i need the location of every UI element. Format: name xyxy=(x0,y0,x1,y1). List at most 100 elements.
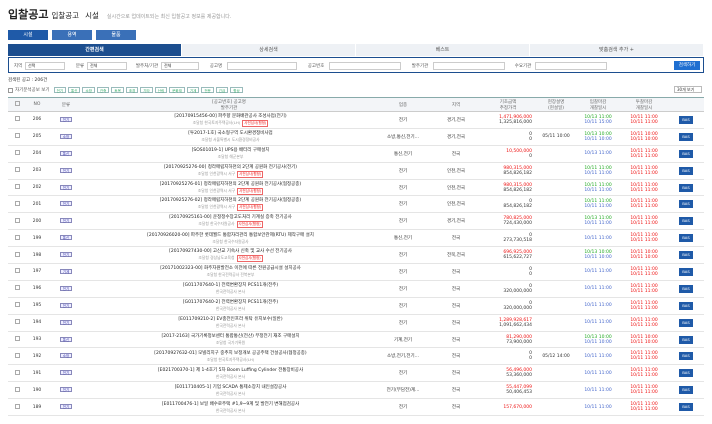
bas-button[interactable]: BAS xyxy=(679,403,693,412)
row-checkbox[interactable] xyxy=(14,217,20,223)
table-row[interactable]: 192 소방 [20170927632-01] 모빌리지구 중추지 보정개보 공공주… xyxy=(8,347,704,366)
row-title-cell[interactable]: [20170925276-01] 청라매립지하천의 2단계 공원화 전기공사(협… xyxy=(84,179,374,197)
orderer-select[interactable]: 전체 xyxy=(161,62,199,70)
table-row[interactable]: 190 전기 [E011710405-1] 기업 SCADA 통제소장치 내인설장공… xyxy=(8,381,704,400)
bas-button[interactable]: BAS xyxy=(679,115,693,124)
bid-title[interactable]: [20170925276-00] 청라매립지하천의 2단계 공원화 전기공사(전… xyxy=(87,164,374,170)
bid-title[interactable]: [20170925276-01] 청라매립지하천의 2단계 공원화 전기공사(협… xyxy=(87,181,374,187)
row-title-cell[interactable]: [20170925276-02] 청라매립지하천의 2단계 공원화 전기공사(협… xyxy=(84,195,374,214)
bid-title[interactable]: [SOS01019-1] UPS용 배터리 구매설치 xyxy=(87,147,374,153)
tab-goods[interactable]: 물품 xyxy=(96,30,136,40)
bid-title[interactable]: [20171002323-00] 화주자원발전소 이전에 따른 전원공급시설 설… xyxy=(87,265,374,271)
row-title-cell[interactable]: [E011710405-1] 기업 SCADA 통제소장치 내인설장공사 한국전력… xyxy=(84,381,374,400)
bid-title[interactable]: [20170925161-00] 운정정수장고도처리 기계실 증축 전기공사 xyxy=(87,214,374,220)
row-title-cell[interactable]: [20170926020-00] 파주한 롯데월드 통합자리관리 통합보안관제(… xyxy=(84,229,374,248)
select-all-checkbox[interactable] xyxy=(14,101,20,106)
bid-title[interactable]: [E011710405-1] 기업 SCADA 통제소장치 내인설장공사 xyxy=(87,384,374,390)
search-button[interactable]: 검색하기 xyxy=(674,61,700,70)
bid-title[interactable]: [E011709210-2] EV충전인프라 위탁 유지보수(일반) xyxy=(87,316,374,322)
row-title-cell[interactable]: [투2017-1호] 국소형구역 도시환경정비사업 조달청 서울특별시 도시환경정… xyxy=(84,128,374,146)
legend-chip[interactable]: 전문 xyxy=(201,87,214,93)
row-title-cell[interactable]: [20170915456-00] 파주향 문화배관공사 조성사업(전기) 조달청 … xyxy=(84,111,374,129)
legend-chip[interactable]: 기계 xyxy=(186,87,200,93)
row-checkbox[interactable] xyxy=(14,116,20,122)
row-title-cell[interactable]: [20170925161-00] 운정정수장고도처리 기계실 증축 전기공사 조달… xyxy=(84,212,374,231)
row-checkbox[interactable] xyxy=(14,133,20,139)
row-title-cell[interactable]: [SOS01019-1] UPS용 배터리 구매설치 조달청 해군본부 xyxy=(84,145,374,163)
table-row[interactable]: 189 전기 [E011700476-1] 보일 배수로주택 #1,9~9계 및 발… xyxy=(8,398,704,417)
tab-facility[interactable]: 시설 xyxy=(8,30,48,40)
legend-chip[interactable]: 소방 xyxy=(82,87,95,93)
row-title-cell[interactable]: [20170927430-00] 고산교 기숙사 신축 및 교사 수선 전기공사… xyxy=(84,246,374,265)
bid-title[interactable]: [20170927632-01] 모빌리지구 중추지 보정개보 공공주택 건설공… xyxy=(87,350,374,356)
row-checkbox[interactable] xyxy=(14,403,20,409)
demand-agency-input[interactable] xyxy=(535,62,607,70)
tab-detail-search[interactable]: 상세검색 xyxy=(182,44,356,56)
bas-button[interactable]: BAS xyxy=(679,132,693,141)
bid-title[interactable]: [20170925276-02] 청라매립지하천의 2단계 공원화 전기공사(협… xyxy=(87,197,374,203)
table-row[interactable]: 200 전기 [20170925161-00] 운정정수장고도처리 기계실 증축 전… xyxy=(8,212,704,231)
row-checkbox[interactable] xyxy=(14,369,20,375)
bid-title[interactable]: [20170915456-00] 파주향 문화배관공사 조성사업(전기) xyxy=(87,113,374,119)
row-checkbox[interactable] xyxy=(14,167,20,173)
table-row[interactable]: 193 통신 [2017-2163] 국가기록정보센터 통합통신(전산) 무정전기 … xyxy=(8,331,704,349)
self-analysis-checkbox[interactable] xyxy=(8,87,13,93)
table-row[interactable]: 205 소방 [투2017-1호] 국소형구역 도시환경정비사업 조달청 서울특별시 … xyxy=(8,128,704,146)
bid-title[interactable]: [20170927430-00] 고산교 기숙사 신축 및 교사 수선 전기공사 xyxy=(87,248,374,254)
bas-button[interactable]: BAS xyxy=(679,251,693,260)
legend-chip[interactable]: 통신 xyxy=(68,87,81,93)
table-row[interactable]: 197 기계 [20171002323-00] 화주자원발전소 이전에 따른 전원공… xyxy=(8,263,704,281)
table-row[interactable]: 199 통신 [20170926020-00] 파주한 롯데월드 통합자리관리 통합… xyxy=(8,229,704,248)
bid-title[interactable]: [투2017-1호] 국소형구역 도시환경정비사업 xyxy=(87,130,374,136)
row-title-cell[interactable]: [2017-2163] 국가기록정보센터 통합통신(전산) 무정전기 재조 구매… xyxy=(84,331,374,349)
table-row[interactable]: 201 전기 [20170925276-02] 청라매립지하천의 2단계 공원화 전… xyxy=(8,195,704,214)
bas-button[interactable]: BAS xyxy=(679,301,693,310)
row-checkbox[interactable] xyxy=(14,184,20,189)
bid-title[interactable]: [E011700476-1] 보일 배수로주택 #1,9~9계 및 발전기 변해… xyxy=(87,401,374,407)
table-row[interactable]: 198 전기 [20170927430-00] 고산교 기숙사 신축 및 교사 수선… xyxy=(8,246,704,265)
row-checkbox[interactable] xyxy=(14,150,20,156)
row-checkbox[interactable] xyxy=(14,352,20,358)
row-checkbox[interactable] xyxy=(14,251,20,257)
bid-title[interactable]: [E021700370-1] 제 1-4호기 5차 Boom Luffing C… xyxy=(87,367,374,373)
table-row[interactable]: 206 전기 [20170915456-00] 파주향 문화배관공사 조성사업(전기… xyxy=(8,111,704,129)
table-row[interactable]: 195 전기 [G011707640-2] 전력변환장치 PCS11개(전주) 한국전… xyxy=(8,297,704,315)
row-checkbox[interactable] xyxy=(14,386,20,392)
legend-chip[interactable]: 기타 xyxy=(140,87,153,93)
row-checkbox[interactable] xyxy=(14,285,20,291)
row-title-cell[interactable]: [20170927632-01] 모빌리지구 중추지 보정개보 공공주택 건설공… xyxy=(84,347,374,366)
legend-chip[interactable]: 긴급 xyxy=(215,87,229,93)
tab-add-custom-search[interactable]: 맞춤검색 추가 + xyxy=(530,44,704,56)
bas-button[interactable]: BAS xyxy=(679,386,693,395)
table-row[interactable]: 203 전기 [20170925276-00] 청라매립지하천의 2단계 공원화 전… xyxy=(8,162,704,180)
table-row[interactable]: 191 전기 [E021700370-1] 제 1-4호기 5차 Boom Luff… xyxy=(8,364,704,383)
legend-chip[interactable]: 건축 xyxy=(96,87,110,93)
table-row[interactable]: 196 전기 [G011707640-1] 전력변환장치 PCS11개(전주) 한국전… xyxy=(8,280,704,298)
bas-button[interactable]: BAS xyxy=(679,166,693,175)
row-title-cell[interactable]: [E011700476-1] 보일 배수로주택 #1,9~9계 및 발전기 변해… xyxy=(84,398,374,417)
bas-button[interactable]: BAS xyxy=(679,318,693,327)
tab-simple-search[interactable]: 간편검색 xyxy=(8,44,182,56)
bas-button[interactable]: BAS xyxy=(679,352,693,361)
row-title-cell[interactable]: [G011707640-2] 전력변환장치 PCS11개(전주) 한국전력공사 본… xyxy=(84,297,374,315)
bas-button[interactable]: BAS xyxy=(679,369,693,378)
ordering-agency-input[interactable] xyxy=(433,62,505,70)
legend-chip[interactable]: 산림 xyxy=(154,87,168,93)
table-row[interactable]: 194 전기 [E011709210-2] EV충전인프라 위탁 유지보수(일반) 한… xyxy=(8,314,704,332)
bas-button[interactable]: BAS xyxy=(679,284,693,293)
table-row[interactable]: 204 통신 [SOS01019-1] UPS용 배터리 구매설치 조달청 해군본부 통… xyxy=(8,145,704,163)
bid-title[interactable]: [G011707640-1] 전력변환장치 PCS11개(전주) xyxy=(87,282,374,288)
row-title-cell[interactable]: [E011709210-2] EV충전인프라 위탁 유지보수(일반) 한국전력공사… xyxy=(84,314,374,332)
bid-title[interactable]: [G011707640-2] 전력변환장치 PCS11개(전주) xyxy=(87,299,374,305)
per-page-select[interactable]: 30개 보기 xyxy=(674,86,702,93)
row-checkbox[interactable] xyxy=(14,234,20,240)
row-checkbox[interactable] xyxy=(14,336,20,342)
bas-button[interactable]: BAS xyxy=(679,183,693,192)
legend-chip[interactable]: 문화재 xyxy=(169,87,185,93)
bas-button[interactable]: BAS xyxy=(679,217,693,226)
tab-service[interactable]: 용역 xyxy=(52,30,92,40)
bid-name-input[interactable] xyxy=(227,62,297,70)
category-select[interactable]: 전체 xyxy=(87,62,127,70)
bas-button[interactable]: BAS xyxy=(679,267,693,276)
row-checkbox[interactable] xyxy=(14,319,20,325)
